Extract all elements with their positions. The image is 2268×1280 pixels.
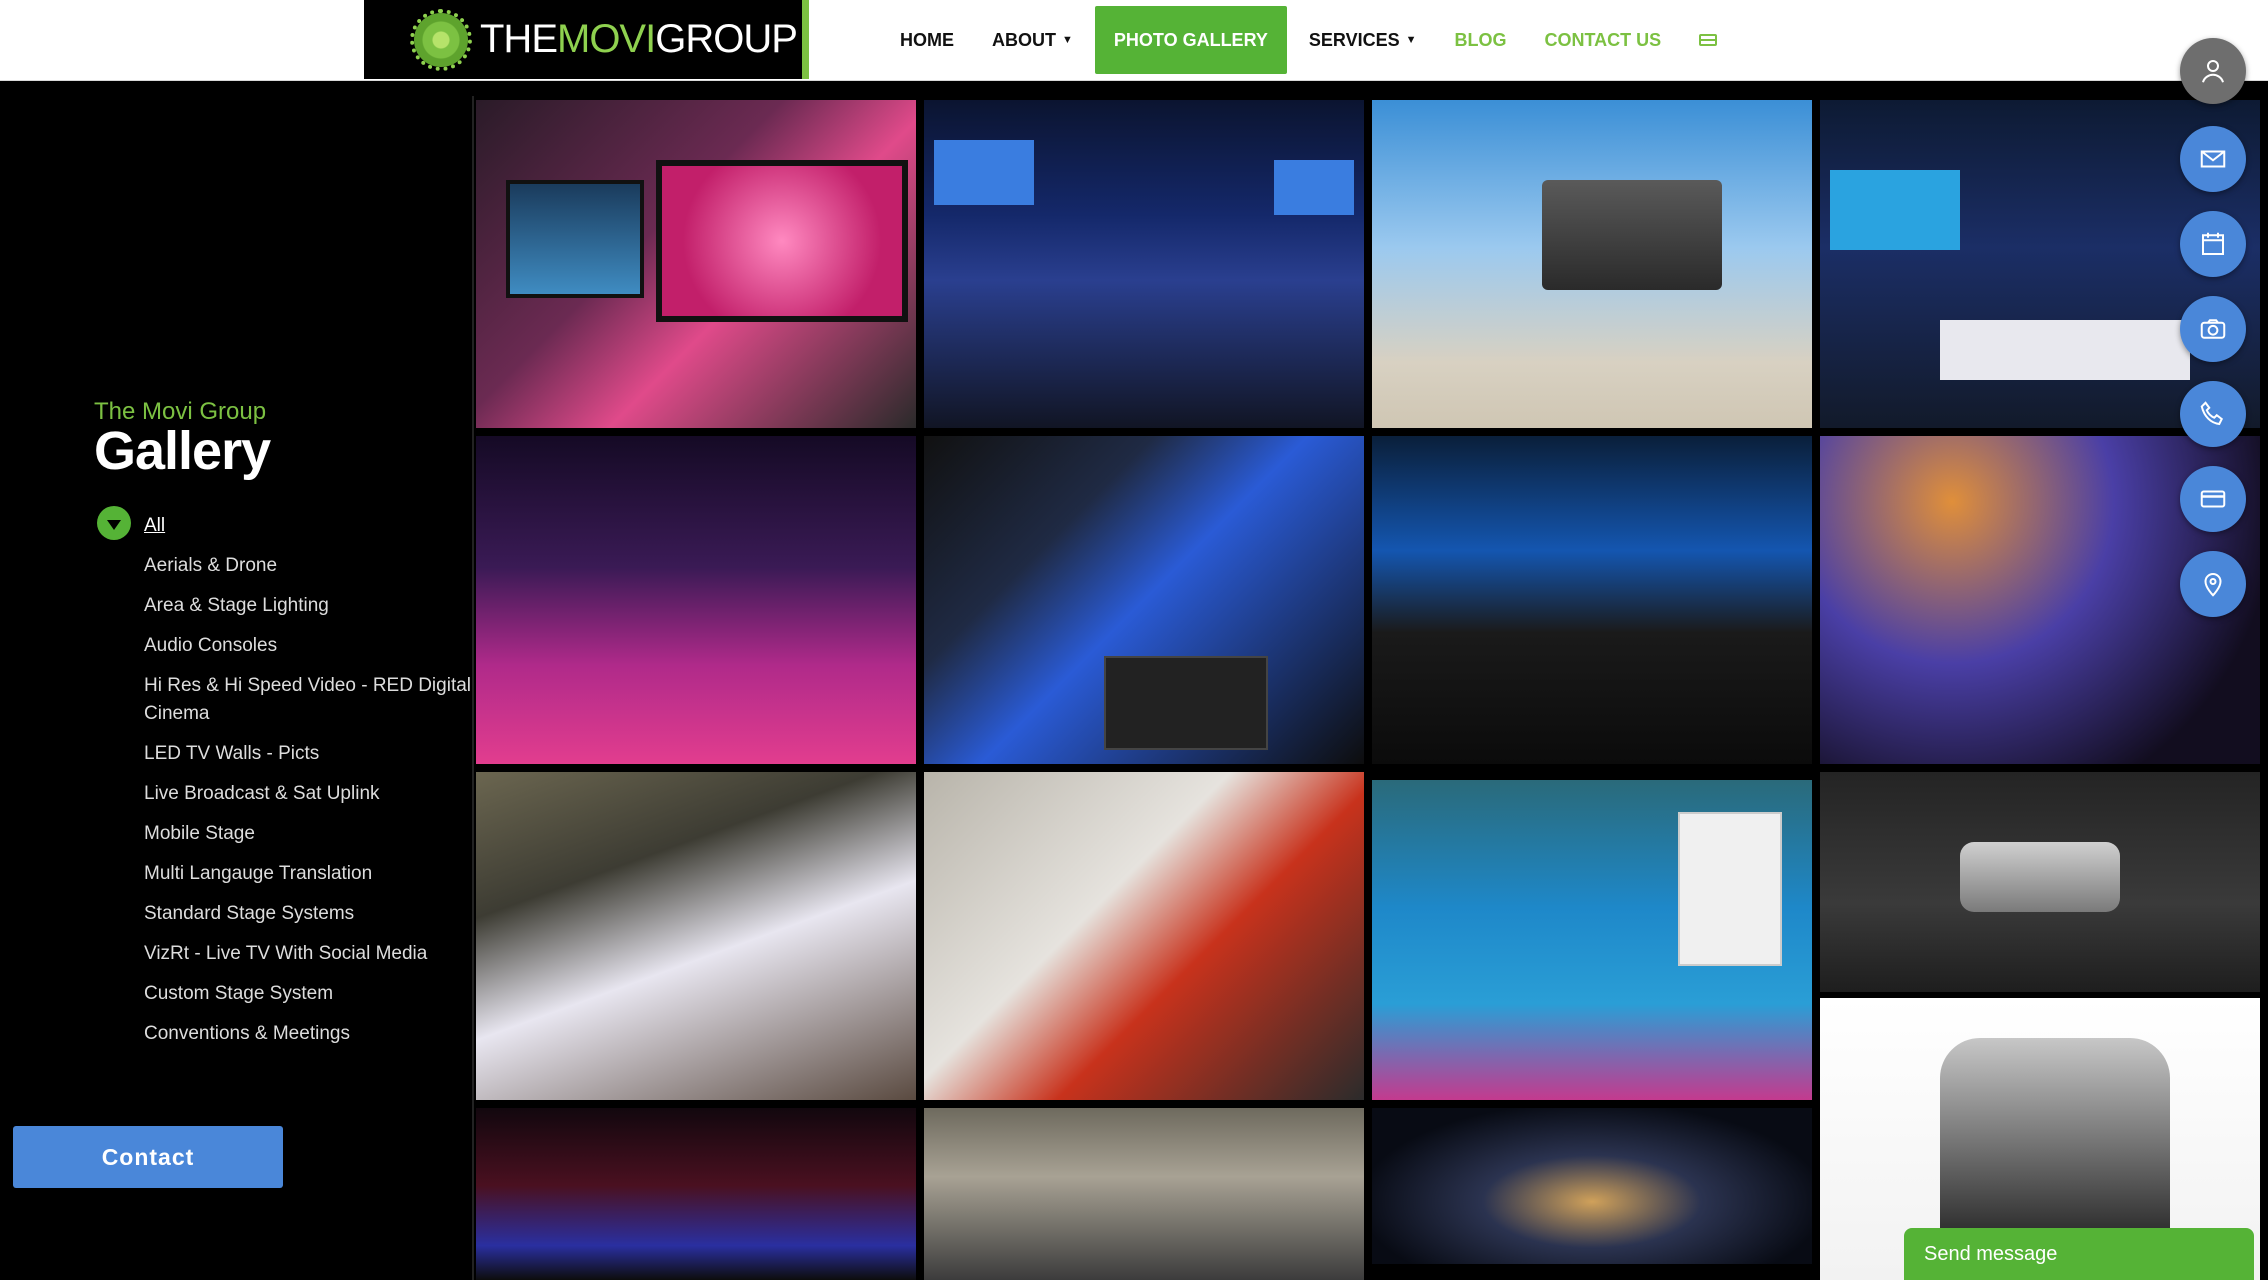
- logo-wordmark: THEMOVIGROUP: [480, 17, 798, 61]
- gallery-photo[interactable]: [476, 1108, 916, 1280]
- filter-icon: [97, 506, 131, 540]
- gallery-photo[interactable]: [476, 100, 916, 428]
- filter-mobile-stage[interactable]: Mobile Stage: [144, 820, 474, 848]
- gallery-photo[interactable]: [924, 436, 1364, 764]
- nav-services[interactable]: SERVICES ▼: [1293, 10, 1433, 70]
- camera-image: [1542, 180, 1722, 290]
- gallery-photo[interactable]: [1820, 772, 2260, 992]
- filter-all[interactable]: All: [97, 506, 474, 540]
- nav-home[interactable]: HOME: [884, 10, 970, 70]
- drone-camera-image: [1940, 1038, 2170, 1238]
- user-button[interactable]: [2180, 38, 2246, 104]
- nav-payment[interactable]: [1683, 10, 1733, 70]
- nav-blog[interactable]: BLOG: [1439, 10, 1523, 70]
- location-button[interactable]: [2180, 551, 2246, 617]
- gallery-photo[interactable]: [924, 1108, 1364, 1280]
- mail-icon: [2200, 150, 2226, 168]
- camera-icon: [2200, 319, 2226, 339]
- control-panel-image: [1104, 656, 1268, 750]
- gallery-photo[interactable]: [476, 436, 916, 764]
- filter-conventions-meetings[interactable]: Conventions & Meetings: [144, 1020, 474, 1048]
- phone-icon: [2200, 401, 2224, 426]
- map-pin-icon: [2204, 573, 2222, 597]
- filter-led-tv-walls[interactable]: LED TV Walls - Picts: [144, 740, 474, 768]
- screen-image: [1274, 160, 1354, 215]
- credit-card-icon: [1699, 34, 1718, 46]
- nav-contact-us[interactable]: CONTACT US: [1529, 10, 1678, 70]
- calendar-icon: [2202, 232, 2224, 255]
- monitor-image: [656, 160, 908, 322]
- camera-button[interactable]: [2180, 296, 2246, 362]
- logo-mark-icon: [410, 8, 472, 71]
- filter-live-broadcast[interactable]: Live Broadcast & Sat Uplink: [144, 780, 474, 808]
- calendar-button[interactable]: [2180, 211, 2246, 277]
- gallery-photo[interactable]: [476, 772, 916, 1100]
- gallery-photo[interactable]: [1372, 780, 1812, 1100]
- nav-photo-gallery[interactable]: PHOTO GALLERY: [1094, 6, 1287, 74]
- screen-image: [1830, 170, 1960, 250]
- gallery-photo[interactable]: [1372, 436, 1812, 764]
- filter-vizrt-live-tv[interactable]: VizRt - Live TV With Social Media: [144, 940, 474, 968]
- nav-about[interactable]: ABOUT ▼: [976, 10, 1089, 70]
- filter-custom-stage-system[interactable]: Custom Stage System: [144, 980, 474, 1008]
- gallery-photo[interactable]: [924, 100, 1364, 428]
- payment-button[interactable]: [2180, 466, 2246, 532]
- credit-card-icon: [2200, 490, 2226, 508]
- phone-button[interactable]: [2180, 381, 2246, 447]
- gallery-photo[interactable]: [1372, 1108, 1812, 1264]
- gallery-sidebar: The Movi Group Gallery All Aerials & Dro…: [0, 96, 474, 1280]
- category-filter-list: All Aerials & Drone Area & Stage Lightin…: [97, 506, 474, 1060]
- user-icon: [2202, 60, 2224, 83]
- filter-area-stage-lighting[interactable]: Area & Stage Lighting: [144, 592, 474, 620]
- email-button[interactable]: [2180, 126, 2246, 192]
- site-header: THEMOVIGROUP HOME ABOUT ▼ PHOTO GALLERY S…: [0, 0, 2268, 81]
- contact-button[interactable]: Contact: [13, 1126, 283, 1188]
- gallery-photo[interactable]: [924, 772, 1364, 1100]
- main-nav: HOME ABOUT ▼ PHOTO GALLERY SERVICES ▼ BLOG…: [884, 6, 1739, 74]
- filter-aerials-drone[interactable]: Aerials & Drone: [144, 552, 474, 580]
- filter-hi-res-video[interactable]: Hi Res & Hi Speed Video - RED Digital Ci…: [144, 672, 474, 728]
- filter-multi-language-translation[interactable]: Multi Langauge Translation: [144, 860, 474, 888]
- sofa-image: [1940, 320, 2190, 380]
- caret-down-icon: ▼: [1405, 34, 1417, 46]
- screen-image: [934, 140, 1034, 205]
- caret-down-icon: ▼: [1062, 34, 1073, 46]
- gallery-photo[interactable]: [1372, 100, 1812, 428]
- drone-image: [1960, 842, 2120, 912]
- monitor-image: [506, 180, 644, 298]
- social-post-overlay-image: [1678, 812, 1782, 966]
- site-logo[interactable]: THEMOVIGROUP: [364, 0, 809, 79]
- send-message-chat-button[interactable]: Send message: [1904, 1228, 2254, 1280]
- filter-standard-stage-systems[interactable]: Standard Stage Systems: [144, 900, 474, 928]
- filter-audio-consoles[interactable]: Audio Consoles: [144, 632, 474, 660]
- photo-gallery-grid: [476, 100, 2268, 1280]
- page-title: Gallery: [94, 421, 271, 481]
